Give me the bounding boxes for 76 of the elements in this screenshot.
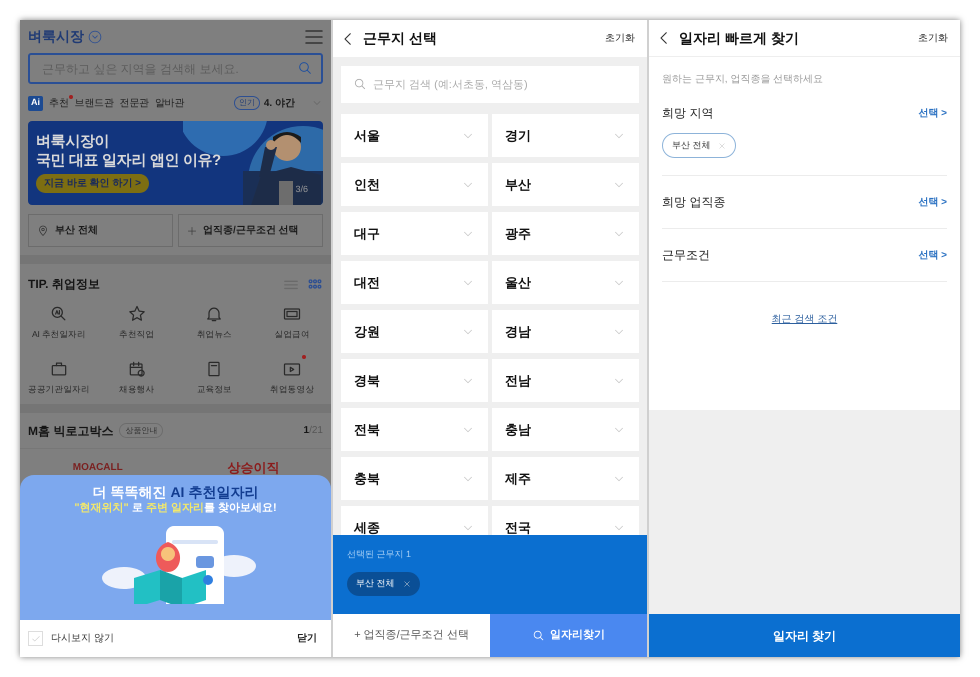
nav-tab[interactable]: 전문관 — [120, 96, 149, 110]
promo-banner[interactable]: 벼룩시장이 국민 대표 일자리 앱인 이유? 지금 바로 확인 하기 > 3/6 — [28, 121, 323, 205]
search-icon — [353, 77, 367, 91]
plus-icon — [187, 226, 197, 236]
region-item[interactable]: 충북 — [341, 457, 488, 500]
region-item[interactable]: 부산 — [492, 163, 639, 206]
region-item[interactable]: 세종 — [341, 506, 488, 535]
region-item[interactable]: 서울 — [341, 114, 488, 157]
selected-chip[interactable]: 부산 전체 — [347, 572, 420, 596]
slide-counter: 3/6 — [295, 182, 308, 196]
region-item[interactable]: 경기 — [492, 114, 639, 157]
select-link[interactable]: 선택 > — [918, 106, 947, 120]
shortcut-label[interactable]: 공공기관일자리 — [28, 383, 90, 396]
select-link[interactable]: 선택 > — [918, 248, 947, 262]
filter-button[interactable]: 부산 전체 — [28, 214, 173, 247]
nav-tab[interactable]: 브랜드관 — [74, 96, 114, 110]
section-label: 근무조건 — [662, 247, 710, 264]
region-item[interactable]: 전남 — [492, 359, 639, 402]
search-icon — [532, 629, 545, 642]
section-title: TIP. 취업정보 — [28, 276, 100, 293]
screen-title: 근무지 선택 — [363, 29, 437, 48]
reset-button[interactable]: 초기화 — [605, 31, 635, 46]
reset-button[interactable]: 초기화 — [918, 30, 948, 46]
screen-title: 일자리 빠르게 찾기 — [679, 28, 799, 48]
search-field[interactable]: 근무지 검색 (예:서초동, 역삼동) — [341, 66, 639, 103]
page-current: 1 — [304, 425, 310, 436]
region-item[interactable]: 인천 — [341, 163, 488, 206]
ai-badge: Ai — [28, 96, 43, 110]
popular-badge: 인기 — [234, 96, 260, 110]
star-icon — [126, 304, 147, 324]
shortcut-label[interactable]: 취업뉴스 — [196, 328, 232, 341]
banner-headline: 국민 대표 일자리 앱인 이유? — [36, 151, 221, 170]
app-logo: 벼룩시장 — [28, 27, 84, 46]
region-item[interactable]: 전북 — [341, 408, 488, 451]
section-label: 희망 업직종 — [662, 194, 726, 211]
hint-text: 원하는 근무지, 업직종을 선택하세요 — [662, 73, 824, 87]
search-icon — [297, 60, 313, 76]
popup-subtitle: "현재위치" 로 주변 일자리를 찾아보세요! — [74, 501, 277, 515]
region-item[interactable]: 제주 — [492, 457, 639, 500]
nav-tab[interactable]: 추천 — [49, 96, 68, 110]
recent-search-link[interactable]: 최근 검색 조건 — [772, 312, 838, 327]
section-title: M홈 빅로고박스 — [28, 422, 114, 440]
shortcut-label[interactable]: 실업급여 — [274, 328, 310, 341]
trending-keyword[interactable]: 4. 야간 — [264, 96, 295, 110]
region-item[interactable]: 울산 — [492, 261, 639, 304]
region-item[interactable]: 광주 — [492, 212, 639, 255]
selected-chip[interactable]: 부산 전체 — [662, 133, 736, 158]
region-item[interactable]: 강원 — [341, 310, 488, 353]
shortcut-label[interactable]: 추천직업 — [119, 328, 154, 341]
shortcut-label[interactable]: AI 추천일자리 — [32, 328, 86, 341]
close-icon[interactable] — [402, 580, 411, 588]
checkbox[interactable] — [28, 631, 43, 646]
filter-button[interactable]: 업직종/근무조건 선택 — [178, 214, 323, 247]
popup-title: 더 똑똑해진 AI 추천일자리 — [92, 483, 258, 501]
region-item[interactable]: 충남 — [492, 408, 639, 451]
dropdown-icon[interactable] — [88, 30, 102, 44]
shortcut-label[interactable]: 교육정보 — [196, 383, 232, 396]
region-item[interactable]: 대전 — [341, 261, 488, 304]
region-item[interactable]: 전국 — [492, 506, 639, 535]
select-link[interactable]: 선택 > — [918, 194, 947, 210]
region-item[interactable]: 경북 — [341, 359, 488, 402]
region-item[interactable]: 대구 — [341, 212, 488, 255]
pin-icon — [37, 224, 49, 236]
banner-headline: 벼룩시장이 — [36, 132, 110, 151]
selected-count: 선택된 근무지 1 — [347, 548, 412, 561]
region-item[interactable]: 경남 — [492, 310, 639, 353]
nav-tab[interactable]: 알바관 — [154, 96, 184, 110]
menu-icon[interactable] — [305, 30, 323, 44]
shortcut-label[interactable]: 취업동영상 — [270, 383, 314, 396]
search-button[interactable]: 일자리 찾기 — [649, 614, 960, 657]
shortcut-label[interactable]: 채용행사 — [119, 383, 154, 396]
checkbox-label[interactable]: 다시보지 않기 — [51, 631, 114, 646]
section-label: 희망 지역 — [662, 105, 714, 122]
check-icon — [30, 634, 40, 644]
close-button[interactable]: 닫기 — [297, 631, 317, 646]
calendar-icon — [126, 359, 147, 379]
